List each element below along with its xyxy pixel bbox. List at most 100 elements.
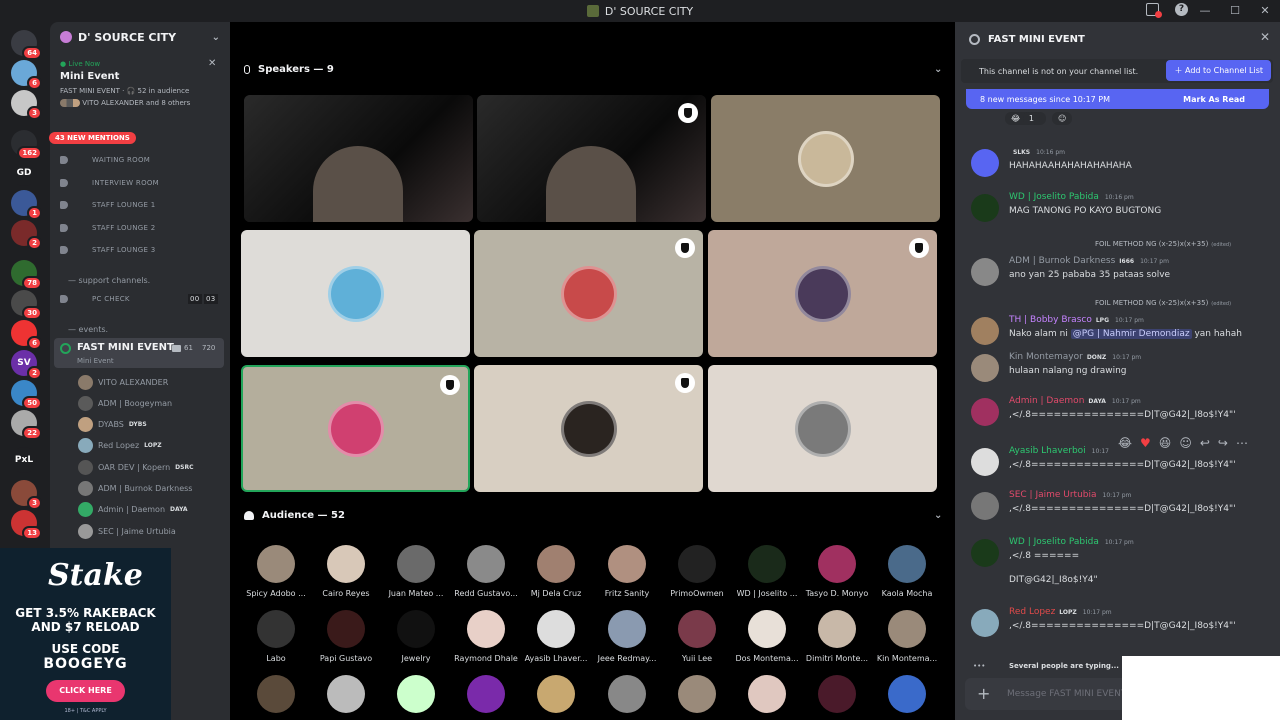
voice-member[interactable]: OAR DEV | Kopern DSRC (78, 460, 194, 475)
server-icon[interactable]: 22 (11, 410, 42, 440)
voice-member[interactable]: Red Lopez LOPZ (78, 438, 162, 453)
message-author[interactable]: WD | Joselito Pabida 10:16 pm (1009, 192, 1134, 202)
audience-member[interactable]: Spicy Adobo ... (241, 545, 311, 598)
audience-member[interactable] (872, 675, 942, 713)
react-grin-icon[interactable]: 😆 (1159, 436, 1172, 450)
audience-member[interactable] (521, 675, 591, 713)
voice-member[interactable]: ADM | Boogeyman (78, 396, 172, 411)
reply-preview[interactable]: FOIL METHOD NG (x-25)x(x+35) (edited) (1095, 299, 1231, 307)
voice-channel[interactable]: STAFF LOUNGE 1 (60, 201, 156, 209)
server-icon[interactable]: 50 (11, 380, 42, 410)
audience-member[interactable]: PrimoOwmen (662, 545, 732, 598)
voice-member[interactable]: Admin | Daemon DAYA (78, 502, 188, 517)
audience-member[interactable]: Dos Montema... (732, 610, 802, 663)
support-category[interactable]: — support channels. (68, 276, 150, 285)
message-author[interactable]: Kin Montemayor DONZ 10:17 pm (1009, 352, 1141, 362)
audience-member[interactable] (451, 675, 521, 713)
audience-member[interactable]: Mj Dela Cruz (521, 545, 591, 598)
live-stage-card[interactable]: ● Live Now Mini Event FAST MINI EVENT · … (56, 56, 224, 111)
events-category[interactable]: — events. (68, 325, 108, 334)
chevron-down-icon[interactable]: ⌄ (934, 64, 942, 75)
server-icon[interactable]: 3 (11, 480, 42, 510)
audience-member[interactable]: Kaola Mocha (872, 545, 942, 598)
server-icon[interactable]: 1 (11, 190, 42, 220)
speaker-tile[interactable] (474, 365, 703, 492)
audience-member[interactable]: Jewelry (381, 610, 451, 663)
audience-member[interactable] (381, 675, 451, 713)
speaker-tile[interactable] (474, 230, 703, 357)
voice-member[interactable]: DYABS DYBS (78, 417, 147, 432)
audience-member[interactable]: Raymond Dhale (451, 610, 521, 663)
minimize-button[interactable]: — (1190, 0, 1220, 22)
reaction-laugh[interactable]: 😂 1 (1005, 112, 1046, 125)
avatar[interactable] (971, 398, 999, 426)
plus-icon[interactable]: + (977, 684, 990, 703)
voice-channel[interactable]: WAITING ROOM (60, 156, 150, 164)
audience-member[interactable]: Redd Gustavo... (451, 545, 521, 598)
speaker-tile[interactable] (241, 365, 470, 492)
more-icon[interactable]: ⋯ (1236, 436, 1248, 450)
server-icon[interactable]: 162 (11, 130, 42, 160)
close-icon[interactable]: ✕ (1260, 30, 1270, 44)
audience-member[interactable] (592, 675, 662, 713)
reply-preview[interactable]: FOIL METHOD NG (x-25)x(x+35) (edited) (1095, 240, 1231, 248)
avatar[interactable] (971, 149, 999, 177)
server-icon[interactable]: 78 (11, 260, 42, 290)
close-icon[interactable]: ✕ (208, 58, 216, 69)
server-icon[interactable]: 64 (11, 30, 42, 60)
message-author[interactable]: Admin | Daemon DAYA 10:17 pm (1009, 396, 1141, 406)
audience-member[interactable]: Fritz Sanity (592, 545, 662, 598)
react-laugh-icon[interactable]: 😂 (1118, 436, 1132, 450)
server-icon[interactable]: 6 (11, 320, 42, 350)
message-author[interactable]: TH | Bobby Brasco LPG 10:17 pm (1009, 315, 1144, 325)
message-author[interactable]: Ayasib Lhaverboi 10:17 (1009, 446, 1109, 456)
speaker-tile[interactable] (711, 95, 940, 222)
server-icon[interactable]: 3 (11, 90, 42, 120)
guild-header[interactable]: D' SOURCE CITY ⌄ (50, 22, 230, 52)
voice-member[interactable]: ADM | Burnok Darkness (78, 481, 192, 496)
server-icon[interactable]: 13 (11, 510, 42, 540)
chevron-down-icon[interactable]: ⌄ (934, 510, 942, 521)
user-mention[interactable]: @PG | Nahmir Demondiaz (1070, 329, 1192, 339)
add-reaction-icon[interactable]: ☺ (1179, 436, 1192, 450)
audience-member[interactable]: Juan Mateo ... (381, 545, 451, 598)
server-icon[interactable]: GD (11, 160, 37, 186)
new-messages-bar[interactable]: 8 new messages since 10:17 PM Mark As Re… (966, 89, 1269, 109)
server-icon[interactable]: 30 (11, 290, 42, 320)
speaker-tile[interactable] (241, 230, 470, 357)
server-icon[interactable]: SV 2 (11, 350, 42, 380)
avatar[interactable] (971, 194, 999, 222)
close-window-button[interactable]: ✕ (1250, 0, 1280, 22)
avatar[interactable] (971, 448, 999, 476)
reply-icon[interactable]: ↩ (1200, 436, 1210, 450)
audience-member[interactable]: Jeee Redmay... (592, 610, 662, 663)
react-heart-icon[interactable]: ♥ (1140, 436, 1151, 450)
avatar[interactable] (971, 609, 999, 637)
speaker-tile[interactable] (244, 95, 473, 222)
audience-member[interactable]: WD | Joselito ... (732, 545, 802, 598)
maximize-button[interactable]: ☐ (1220, 0, 1250, 22)
audience-member[interactable] (802, 675, 872, 713)
stake-ad-banner[interactable]: Stake GET 3.5% RAKEBACK AND $7 RELOAD US… (0, 548, 171, 720)
inbox-icon[interactable] (1146, 3, 1162, 18)
forward-icon[interactable]: ↪ (1218, 436, 1228, 450)
audience-member[interactable]: Labo (241, 610, 311, 663)
audience-member[interactable]: Ayasib Lhaver... (521, 610, 591, 663)
message-author[interactable]: WD | Joselito Pabida 10:17 pm (1009, 537, 1134, 547)
help-icon[interactable]: ? (1175, 3, 1188, 16)
audience-member[interactable]: Dimitri Monte... (802, 610, 872, 663)
avatar[interactable] (971, 354, 999, 382)
audience-member[interactable] (311, 675, 381, 713)
audience-member[interactable]: Kin Montema... (872, 610, 942, 663)
audience-member[interactable]: Papi Gustavo (311, 610, 381, 663)
avatar[interactable] (971, 492, 999, 520)
message-author[interactable]: ADM | Burnok Darkness I666 10:17 pm (1009, 256, 1169, 266)
voice-member[interactable]: VITO ALEXANDER (78, 375, 168, 390)
add-to-channel-list-button[interactable]: ＋ Add to Channel List (1166, 60, 1271, 81)
audience-member[interactable]: Cairo Reyes (311, 545, 381, 598)
channel-fast-mini-event[interactable]: FAST MINI EVENT Mini Event 61 720 (54, 338, 224, 368)
audience-member[interactable]: Yuii Lee (662, 610, 732, 663)
avatar[interactable] (971, 317, 999, 345)
message-author[interactable]: Red Lopez LOPZ 10:17 pm (1009, 607, 1112, 617)
new-mentions-badge[interactable]: 43 NEW MENTIONS (49, 132, 136, 144)
